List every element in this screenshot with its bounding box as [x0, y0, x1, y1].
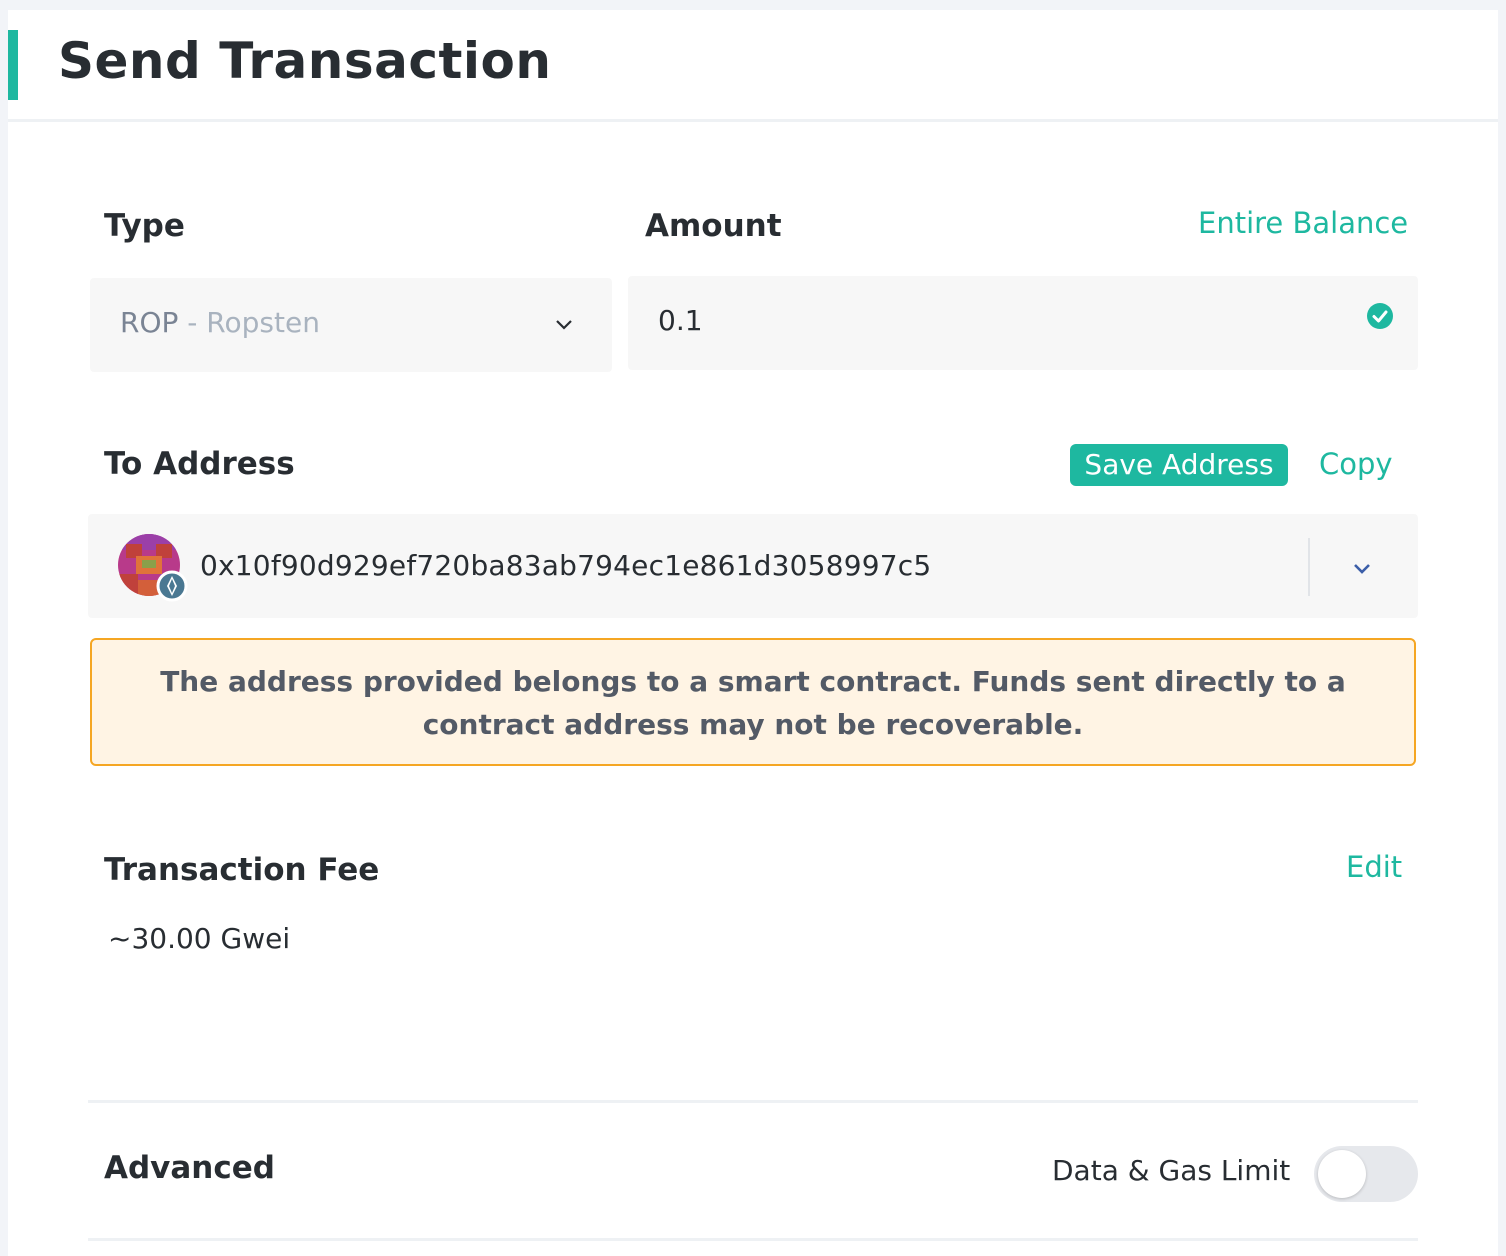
type-select[interactable]: ROP - Ropsten: [90, 278, 612, 372]
advanced-label: Advanced: [104, 1150, 275, 1186]
amount-value: 0.1: [658, 304, 703, 337]
to-address-label: To Address: [104, 446, 295, 482]
ethereum-icon: [156, 570, 188, 602]
entire-balance-link[interactable]: Entire Balance: [1198, 206, 1408, 240]
to-address-value: 0x10f90d929ef720ba83ab794ec1e861d3058997…: [200, 549, 932, 582]
check-circle-icon: [1367, 303, 1393, 329]
chevron-down-icon[interactable]: [1352, 562, 1372, 576]
send-transaction-card: Send Transaction Type ROP - Ropsten Amou…: [8, 10, 1498, 1256]
divider: [88, 1238, 1418, 1241]
amount-input[interactable]: 0.1: [628, 276, 1418, 370]
contract-warning: The address provided belongs to a smart …: [90, 638, 1416, 766]
save-address-button[interactable]: Save Address: [1070, 444, 1288, 486]
transaction-fee-value: ~30.00 Gwei: [108, 922, 291, 955]
data-gas-limit-label: Data & Gas Limit: [1052, 1154, 1291, 1187]
type-label: Type: [104, 208, 185, 244]
input-divider: [1308, 538, 1310, 596]
edit-fee-link[interactable]: Edit: [1346, 850, 1402, 884]
type-select-value: ROP - Ropsten: [120, 306, 320, 339]
data-gas-limit-toggle[interactable]: [1314, 1146, 1418, 1202]
to-address-input[interactable]: 0x10f90d929ef720ba83ab794ec1e861d3058997…: [88, 514, 1418, 618]
amount-label: Amount: [645, 208, 782, 244]
divider: [88, 1100, 1418, 1103]
toggle-knob: [1318, 1150, 1366, 1198]
accent-bar: [8, 30, 18, 100]
transaction-fee-label: Transaction Fee: [104, 852, 380, 888]
card-header: Send Transaction: [8, 10, 1498, 122]
page-title: Send Transaction: [58, 32, 552, 90]
copy-link[interactable]: Copy: [1319, 447, 1393, 481]
chevron-down-icon: [556, 320, 572, 330]
